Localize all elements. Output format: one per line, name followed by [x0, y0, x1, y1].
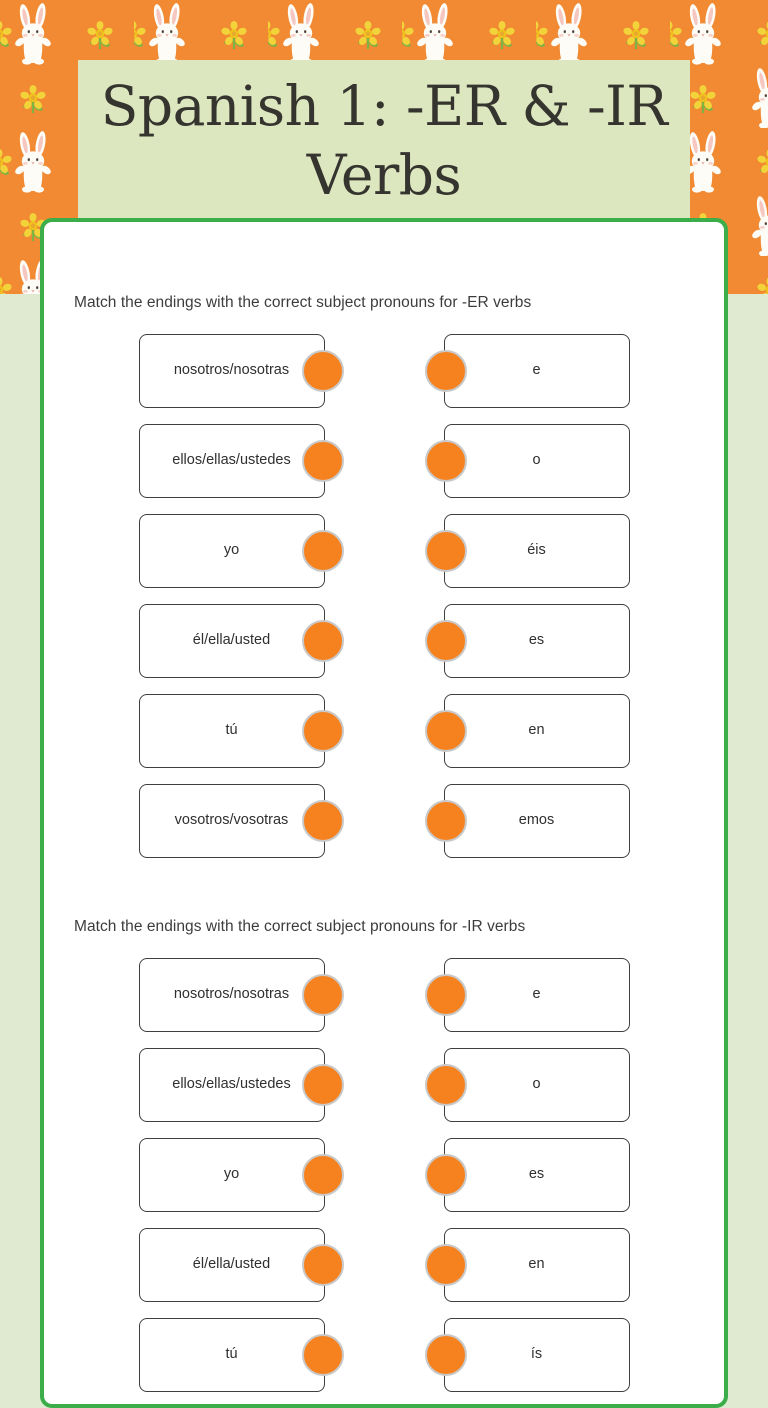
match-knob-right[interactable]: [424, 530, 467, 572]
match-knob-right[interactable]: [424, 800, 467, 842]
match-row: él/ella/usted en: [70, 1228, 698, 1302]
match-row: nosotros/nosotras e: [70, 334, 698, 408]
ending-slot: éis: [424, 514, 630, 588]
matching-section-ir: Match the endings with the correct subje…: [70, 918, 698, 1404]
match-row: ellos/ellas/ustedes o: [70, 1048, 698, 1122]
pronoun-tile[interactable]: él/ella/usted: [138, 1228, 325, 1302]
match-knob-right[interactable]: [424, 1154, 467, 1196]
ending-tile[interactable]: e: [443, 334, 630, 408]
match-knob-left[interactable]: [301, 1244, 344, 1286]
worksheet-card: Match the endings with the correct subje…: [40, 218, 728, 1408]
match-row: yo es: [70, 1138, 698, 1212]
ending-slot: e: [424, 334, 630, 408]
match-knob-left[interactable]: [301, 974, 344, 1016]
match-row: tú en: [70, 694, 698, 768]
match-row: él/ella/usted es: [70, 604, 698, 678]
ending-tile[interactable]: en: [443, 1228, 630, 1302]
pronoun-slot: nosotros/nosotras: [138, 958, 344, 1032]
match-row: tú ís: [70, 1318, 698, 1392]
pronoun-slot: nosotros/nosotras: [138, 334, 344, 408]
bottom-spacer: [70, 1392, 698, 1404]
ending-slot: emos: [424, 784, 630, 858]
ending-slot: en: [424, 694, 630, 768]
pronoun-tile[interactable]: yo: [138, 1138, 325, 1212]
ending-slot: ís: [424, 1318, 630, 1392]
match-knob-right[interactable]: [424, 440, 467, 482]
match-knob-right[interactable]: [424, 1334, 467, 1376]
match-knob-right[interactable]: [424, 710, 467, 752]
ending-tile[interactable]: emos: [443, 784, 630, 858]
pronoun-tile[interactable]: tú: [138, 694, 325, 768]
pronoun-slot: él/ella/usted: [138, 1228, 344, 1302]
ending-slot: e: [424, 958, 630, 1032]
match-knob-left[interactable]: [301, 1064, 344, 1106]
pronoun-slot: ellos/ellas/ustedes: [138, 1048, 344, 1122]
match-knob-right[interactable]: [424, 350, 467, 392]
pronoun-slot: yo: [138, 514, 344, 588]
match-row: ellos/ellas/ustedes o: [70, 424, 698, 498]
pronoun-tile[interactable]: yo: [138, 514, 325, 588]
pronoun-slot: él/ella/usted: [138, 604, 344, 678]
match-knob-left[interactable]: [301, 800, 344, 842]
match-knob-left[interactable]: [301, 530, 344, 572]
pronoun-tile[interactable]: tú: [138, 1318, 325, 1392]
match-knob-left[interactable]: [301, 350, 344, 392]
ending-slot: en: [424, 1228, 630, 1302]
match-knob-right[interactable]: [424, 1064, 467, 1106]
match-knob-left[interactable]: [301, 1154, 344, 1196]
ending-tile[interactable]: o: [443, 424, 630, 498]
section-prompt-ir: Match the endings with the correct subje…: [74, 918, 526, 935]
match-knob-left[interactable]: [301, 1334, 344, 1376]
pronoun-slot: vosotros/vosotras: [138, 784, 344, 858]
pronoun-tile[interactable]: ellos/ellas/ustedes: [138, 424, 325, 498]
match-knob-left[interactable]: [301, 620, 344, 662]
pronoun-tile[interactable]: vosotros/vosotras: [138, 784, 325, 858]
ending-tile[interactable]: ís: [443, 1318, 630, 1392]
page-title: Spanish 1: -ER & -IR Verbs: [100, 74, 668, 208]
pronoun-slot: tú: [138, 694, 344, 768]
pronoun-tile[interactable]: él/ella/usted: [138, 604, 325, 678]
title-banner: Spanish 1: -ER & -IR Verbs: [78, 60, 690, 218]
pronoun-slot: yo: [138, 1138, 344, 1212]
ending-tile[interactable]: es: [443, 604, 630, 678]
match-knob-right[interactable]: [424, 974, 467, 1016]
match-knob-left[interactable]: [301, 710, 344, 752]
match-rows-er: nosotros/nosotras e ellos/ellas/ustedes: [70, 334, 698, 858]
ending-slot: es: [424, 1138, 630, 1212]
ending-tile[interactable]: es: [443, 1138, 630, 1212]
pronoun-tile[interactable]: nosotros/nosotras: [138, 958, 325, 1032]
pronoun-tile[interactable]: nosotros/nosotras: [138, 334, 325, 408]
match-rows-ir: nosotros/nosotras e ellos/ellas/ustedes: [70, 958, 698, 1392]
ending-slot: o: [424, 1048, 630, 1122]
ending-slot: es: [424, 604, 630, 678]
pronoun-slot: ellos/ellas/ustedes: [138, 424, 344, 498]
match-row: vosotros/vosotras emos: [70, 784, 698, 858]
ending-tile[interactable]: o: [443, 1048, 630, 1122]
pronoun-tile[interactable]: ellos/ellas/ustedes: [138, 1048, 325, 1122]
matching-section-er: Match the endings with the correct subje…: [70, 294, 698, 858]
match-row: yo éis: [70, 514, 698, 588]
match-knob-right[interactable]: [424, 620, 467, 662]
ending-tile[interactable]: en: [443, 694, 630, 768]
match-knob-left[interactable]: [301, 440, 344, 482]
match-knob-right[interactable]: [424, 1244, 467, 1286]
ending-slot: o: [424, 424, 630, 498]
worksheet-content: Match the endings with the correct subje…: [44, 294, 724, 1404]
section-prompt-er: Match the endings with the correct subje…: [74, 294, 532, 311]
pronoun-slot: tú: [138, 1318, 344, 1392]
match-row: nosotros/nosotras e: [70, 958, 698, 1032]
ending-tile[interactable]: éis: [443, 514, 630, 588]
ending-tile[interactable]: e: [443, 958, 630, 1032]
